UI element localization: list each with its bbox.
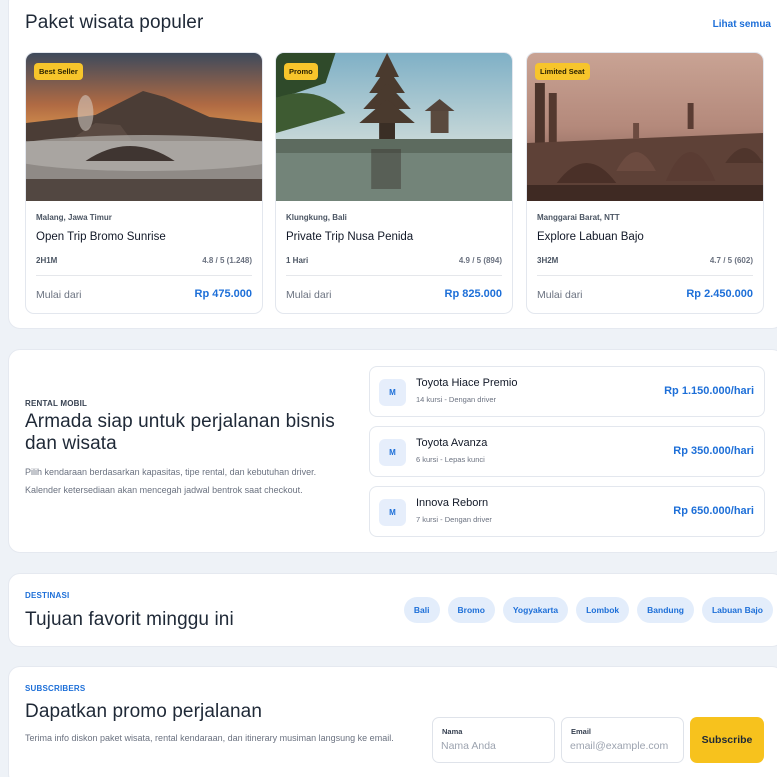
package-card[interactable]: Best Seller Malang, Jawa Timur Open Trip… [25,52,263,314]
section-description: Terima info diskon paket wisata, rental … [25,733,394,743]
package-name: Private Trip Nusa Penida [286,231,414,243]
package-duration: 2H1M [36,256,58,265]
destination-chip[interactable]: Bali [403,597,440,623]
destination-chip[interactable]: Yogyakarta [502,597,569,623]
section-title: Armada siap untuk perjalanan bisnis dan … [25,411,335,454]
vehicle-item[interactable]: M Innova Reborn 7 kursi - Dengan driver … [369,486,765,537]
section-eyebrow: SUBSCRIBERS [25,684,86,693]
package-rating: 4.7 / 5 (602) [709,256,753,265]
see-all-link[interactable]: Lihat semua [713,19,771,30]
package-card[interactable]: Limited Seat Manggarai Barat, NTT Explor… [526,52,764,314]
vehicle-price: Rp 650.000/hari [673,505,754,517]
vehicle-item[interactable]: M Toyota Avanza 6 kursi - Lepas kunci Rp… [369,426,765,477]
destination-chip[interactable]: Lombok [576,597,630,623]
section-title: Tujuan favorit minggu ini [25,609,234,630]
vehicle-meta: 7 kursi - Dengan driver [416,515,492,524]
destination-chip[interactable]: Bromo [447,597,495,623]
subscribe-section: SUBSCRIBERS Dapatkan promo perjalanan Te… [8,666,777,777]
email-input[interactable] [570,740,678,752]
package-card[interactable]: Promo Klungkung, Bali Private Trip Nusa … [275,52,513,314]
name-field[interactable]: Nama [432,717,555,763]
package-rating: 4.8 / 5 (1.248) [202,256,252,265]
destination-chip[interactable]: Labuan Bajo [701,597,773,623]
vehicle-meta: 6 kursi - Lepas kunci [416,455,485,464]
section-eyebrow: DESTINASI [25,591,70,600]
package-badge: Limited Seat [535,63,590,80]
divider [537,275,753,276]
section-title: Dapatkan promo perjalanan [25,701,262,722]
package-duration: 3H2M [537,256,559,265]
vehicle-price: Rp 1.150.000/hari [664,385,754,397]
package-price: Rp 825.000 [444,288,502,300]
vehicle-price: Rp 350.000/hari [673,445,754,457]
vehicle-name: Innova Reborn [416,497,489,509]
package-location: Manggarai Barat, NTT [537,213,620,222]
vehicle-icon: M [379,439,406,466]
vehicle-name: Toyota Hiace Premio [416,377,518,389]
price-from-label: Mulai dari [537,289,583,301]
price-from-label: Mulai dari [286,289,332,301]
popular-packages-section: Paket wisata populer Lihat semua Best Se… [8,0,777,329]
package-badge: Best Seller [34,63,83,80]
vehicle-meta: 14 kursi - Dengan driver [416,395,497,404]
vehicle-icon: M [379,379,406,406]
destinations-section: DESTINASI Tujuan favorit minggu ini Bali… [8,573,777,647]
subscribe-button[interactable]: Subscribe [690,717,764,763]
package-badge: Promo [284,63,318,80]
vehicle-item[interactable]: M Toyota Hiace Premio 14 kursi - Dengan … [369,366,765,417]
package-name: Open Trip Bromo Sunrise [36,231,166,243]
package-name: Explore Labuan Bajo [537,231,644,243]
section-description: Pilih kendaraan berdasarkan kapasitas, t… [25,467,317,495]
package-duration: 1 Hari [286,256,309,265]
price-from-label: Mulai dari [36,289,82,301]
section-eyebrow: RENTAL MOBIL [25,399,88,408]
divider [286,275,502,276]
email-field-label: Email [571,727,592,736]
package-location: Klungkung, Bali [286,213,347,222]
divider [36,275,252,276]
name-field-label: Nama [442,727,463,736]
vehicle-icon: M [379,499,406,526]
package-price: Rp 475.000 [194,288,252,300]
vehicle-name: Toyota Avanza [416,437,488,449]
email-field[interactable]: Email [561,717,684,763]
destination-chips: Bali Bromo Yogyakarta Lombok Bandung Lab… [403,597,773,623]
car-rental-section: RENTAL MOBIL Armada siap untuk perjalana… [8,349,777,553]
package-location: Malang, Jawa Timur [36,213,112,222]
section-title: Paket wisata populer [25,12,204,33]
package-price: Rp 2.450.000 [686,288,753,300]
destination-chip[interactable]: Bandung [637,597,694,623]
name-input[interactable] [441,740,549,752]
package-rating: 4.9 / 5 (894) [458,256,502,265]
